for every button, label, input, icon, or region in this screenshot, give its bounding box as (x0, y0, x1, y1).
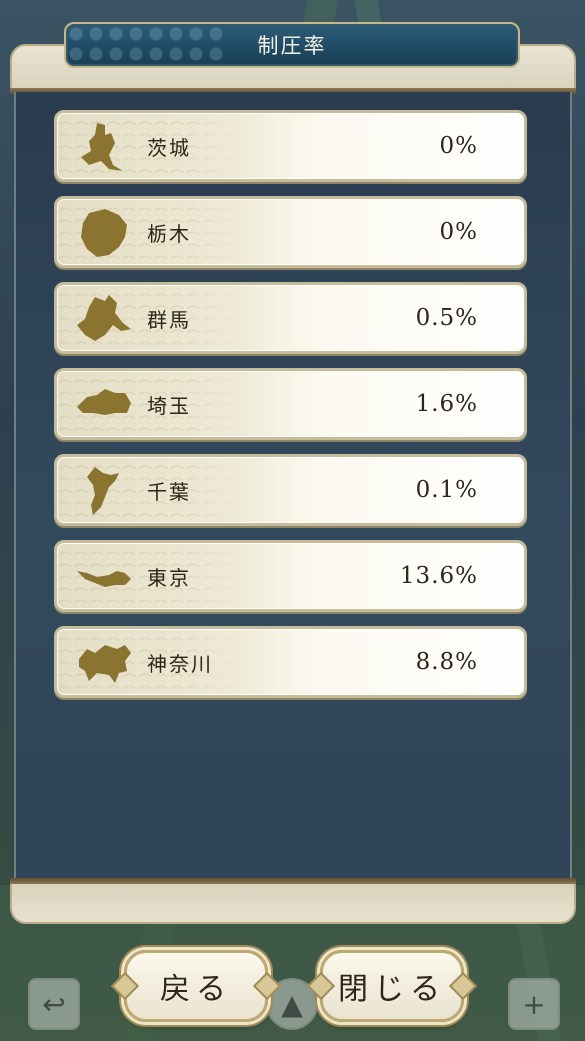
list-item: 埼玉 1.6% (54, 368, 527, 440)
domination-rate-value: 1.6% (415, 391, 478, 417)
domination-rate-value: 0% (439, 219, 478, 245)
back-button[interactable]: 戻る (124, 950, 268, 1022)
list-item: 千葉 0.1% (54, 454, 527, 526)
list-item: 東京 13.6% (54, 540, 527, 612)
kanagawa-silhouette-icon (79, 645, 131, 683)
prefecture-name: 千葉 (147, 479, 191, 504)
list-item: 神奈川 8.8% (54, 626, 527, 698)
chiba-silhouette-icon (87, 467, 119, 515)
title-banner: 制圧率 (64, 22, 520, 68)
page-title: 制圧率 (257, 34, 327, 58)
zoom-plus-icon: + (508, 978, 560, 1030)
domination-rate-value: 0.1% (415, 477, 478, 503)
prefecture-name: 茨城 (147, 135, 191, 160)
domination-rate-value: 0.5% (415, 305, 478, 331)
domination-rate-value: 13.6% (399, 563, 478, 589)
saitama-silhouette-icon (77, 389, 131, 415)
prefecture-name: 群馬 (147, 307, 191, 332)
tokyo-silhouette-icon (77, 571, 131, 587)
list-item: 茨城 0% (54, 110, 527, 182)
gunma-silhouette-icon (77, 295, 131, 341)
prefecture-name: 東京 (147, 565, 191, 590)
prefecture-list: 茨城 0% 栃木 0% 群馬 0.5% 埼玉 1.6% 千葉 0.1% 東京 1… (54, 110, 527, 712)
list-item: 栃木 0% (54, 196, 527, 268)
domination-rate-value: 8.8% (415, 649, 478, 675)
prefecture-name: 埼玉 (147, 393, 191, 418)
domination-rate-value: 0% (439, 133, 478, 159)
ibaraki-silhouette-icon (81, 123, 123, 171)
panel-bottom-frame (10, 878, 576, 924)
close-button[interactable]: 閉じる (320, 950, 464, 1022)
list-item: 群馬 0.5% (54, 282, 527, 354)
tochigi-silhouette-icon (81, 209, 127, 257)
return-arrow-icon: ↩ (28, 978, 80, 1030)
prefecture-name: 神奈川 (147, 651, 213, 676)
prefecture-name: 栃木 (147, 221, 191, 246)
